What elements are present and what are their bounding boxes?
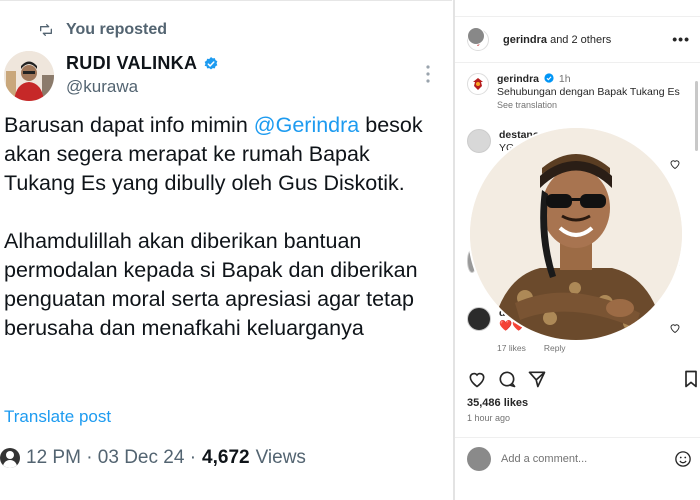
garuda-logo-icon bbox=[473, 78, 483, 90]
ig-header-users[interactable]: gerindra and 2 others bbox=[503, 34, 611, 46]
ig-header-others[interactable]: and 2 others bbox=[547, 34, 611, 46]
collab-avatar[interactable] bbox=[467, 27, 485, 45]
author-block: RUDI VALINKA @kurawa bbox=[66, 53, 219, 97]
ig-action-bar bbox=[467, 369, 697, 393]
comments-scrollbar[interactable] bbox=[695, 81, 698, 151]
mention-link[interactable]: @Gerindra bbox=[254, 113, 359, 137]
ig-more-menu[interactable]: ••• bbox=[672, 31, 690, 47]
ig-verified-icon bbox=[544, 73, 554, 83]
portrait-overlay-photo bbox=[470, 128, 682, 340]
ig-caption: gerindra 1h Sehubungan dengan Bapak Tuka… bbox=[467, 73, 692, 112]
see-translation-link[interactable]: See translation bbox=[497, 100, 557, 110]
like-heart-icon[interactable] bbox=[467, 369, 487, 389]
views-label: Views bbox=[255, 447, 306, 468]
caption-avatar[interactable] bbox=[467, 73, 489, 95]
ig-post-header: gerindra and 2 others ••• bbox=[455, 17, 700, 63]
commenter-avatar[interactable] bbox=[467, 307, 491, 331]
more-options-icon[interactable] bbox=[420, 63, 436, 85]
comment-likes[interactable]: 17 likes bbox=[497, 343, 526, 353]
tweet-card: You reposted RUDI VALINKA @kurawa Barusa… bbox=[0, 0, 452, 500]
ig-header-username[interactable]: gerindra bbox=[503, 34, 547, 46]
caption-time: 1h bbox=[558, 73, 571, 85]
author-handle[interactable]: @kurawa bbox=[66, 77, 219, 97]
current-user-avatar bbox=[467, 447, 491, 471]
add-comment-bar: Add a comment... bbox=[455, 437, 700, 481]
portrait-image bbox=[470, 128, 682, 340]
post-likes[interactable]: 35,486 likes bbox=[467, 397, 528, 409]
person-icon bbox=[0, 448, 20, 468]
author-name[interactable]: RUDI VALINKA bbox=[66, 53, 197, 74]
verified-badge-icon bbox=[204, 56, 218, 69]
avatar-image bbox=[4, 51, 54, 101]
caption-body: gerindra 1h Sehubungan dengan Bapak Tuka… bbox=[497, 73, 680, 112]
tweet-text: Barusan dapat info mimin @Gerindra besok… bbox=[4, 111, 444, 372]
add-comment-input[interactable]: Add a comment... bbox=[501, 453, 587, 465]
repost-indicator: You reposted bbox=[38, 21, 167, 39]
views-count: 4,672 bbox=[202, 447, 250, 468]
commenter-avatar[interactable] bbox=[467, 129, 491, 153]
like-comment-heart-icon[interactable] bbox=[669, 158, 681, 170]
post-time: 1 hour ago bbox=[467, 413, 511, 423]
reply-link[interactable]: Reply bbox=[544, 343, 566, 353]
caption-username[interactable]: gerindra bbox=[497, 73, 539, 85]
tweet-meta: 12 PM · 03 Dec 24 · 4,672 Views bbox=[0, 447, 306, 469]
author-avatar[interactable] bbox=[4, 51, 54, 101]
tweet-text-part: Barusan dapat info mimin bbox=[4, 113, 254, 137]
repost-label: You reposted bbox=[66, 21, 168, 38]
caption-text: Sehubungan dengan Bapak Tukang Es bbox=[497, 86, 680, 98]
translate-post-link[interactable]: Translate post bbox=[4, 407, 111, 427]
like-comment-heart-icon[interactable] bbox=[669, 322, 681, 334]
tweet-paragraph-1: Barusan dapat info mimin @Gerindra besok… bbox=[4, 111, 444, 198]
emoji-smile-icon[interactable] bbox=[674, 450, 692, 468]
save-bookmark-icon[interactable] bbox=[681, 369, 700, 389]
share-send-icon[interactable] bbox=[527, 369, 547, 389]
repost-icon bbox=[40, 24, 52, 36]
tweet-paragraph-2: Alhamdulillah akan diberikan bantuan per… bbox=[4, 229, 418, 340]
comment-bubble-icon[interactable] bbox=[497, 369, 517, 389]
comment-meta: 17 likes Reply bbox=[497, 343, 566, 353]
tweet-timestamp[interactable]: 12 PM · 03 Dec 24 · bbox=[26, 447, 196, 469]
author-name-row[interactable]: RUDI VALINKA bbox=[66, 53, 219, 74]
